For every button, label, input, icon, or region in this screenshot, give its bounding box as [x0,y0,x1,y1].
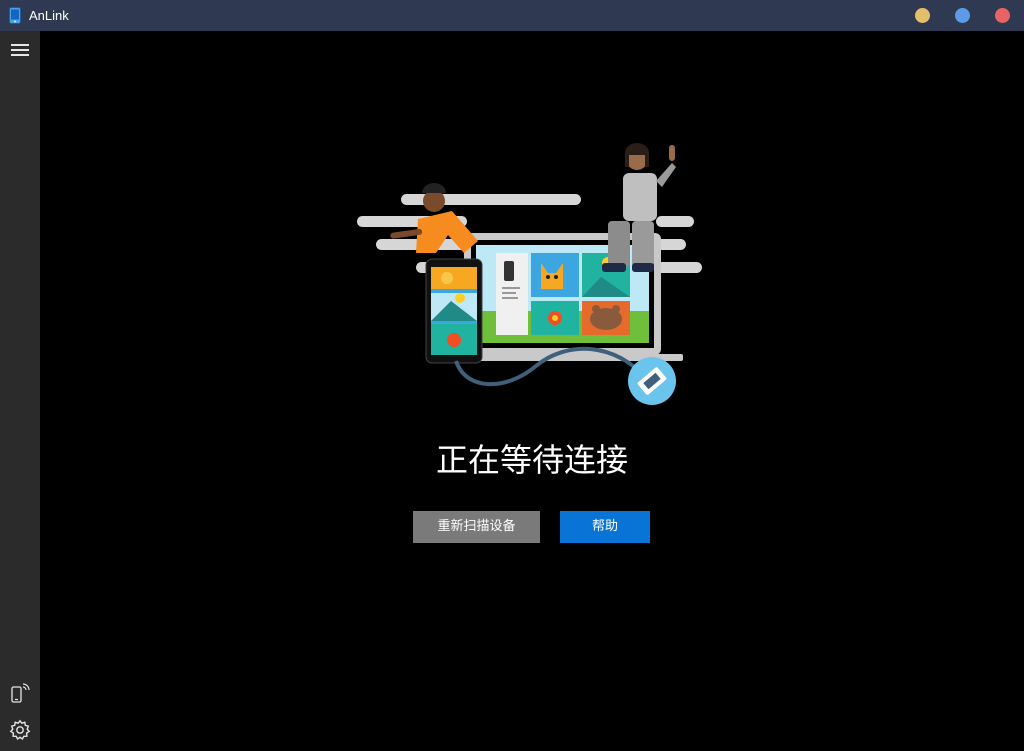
close-button[interactable] [995,8,1010,23]
rescan-devices-button[interactable]: 重新扫描设备 [413,511,540,543]
app-phone-icon [9,7,21,24]
gear-icon[interactable] [9,719,31,741]
minimize-button[interactable] [915,8,930,23]
title-bar: AnLink [0,0,1024,31]
waiting-connection-illustration [357,143,702,405]
help-button[interactable]: 帮助 [560,511,650,543]
phone-wireless-icon[interactable] [10,681,30,703]
main-area: 正在等待连接 重新扫描设备 帮助 [40,31,1024,751]
page-title: 正在等待连接 [435,441,628,479]
sidebar [0,31,40,751]
hamburger-menu-icon[interactable] [11,43,29,57]
maximize-button[interactable] [955,8,970,23]
app-title: AnLink [29,8,69,23]
